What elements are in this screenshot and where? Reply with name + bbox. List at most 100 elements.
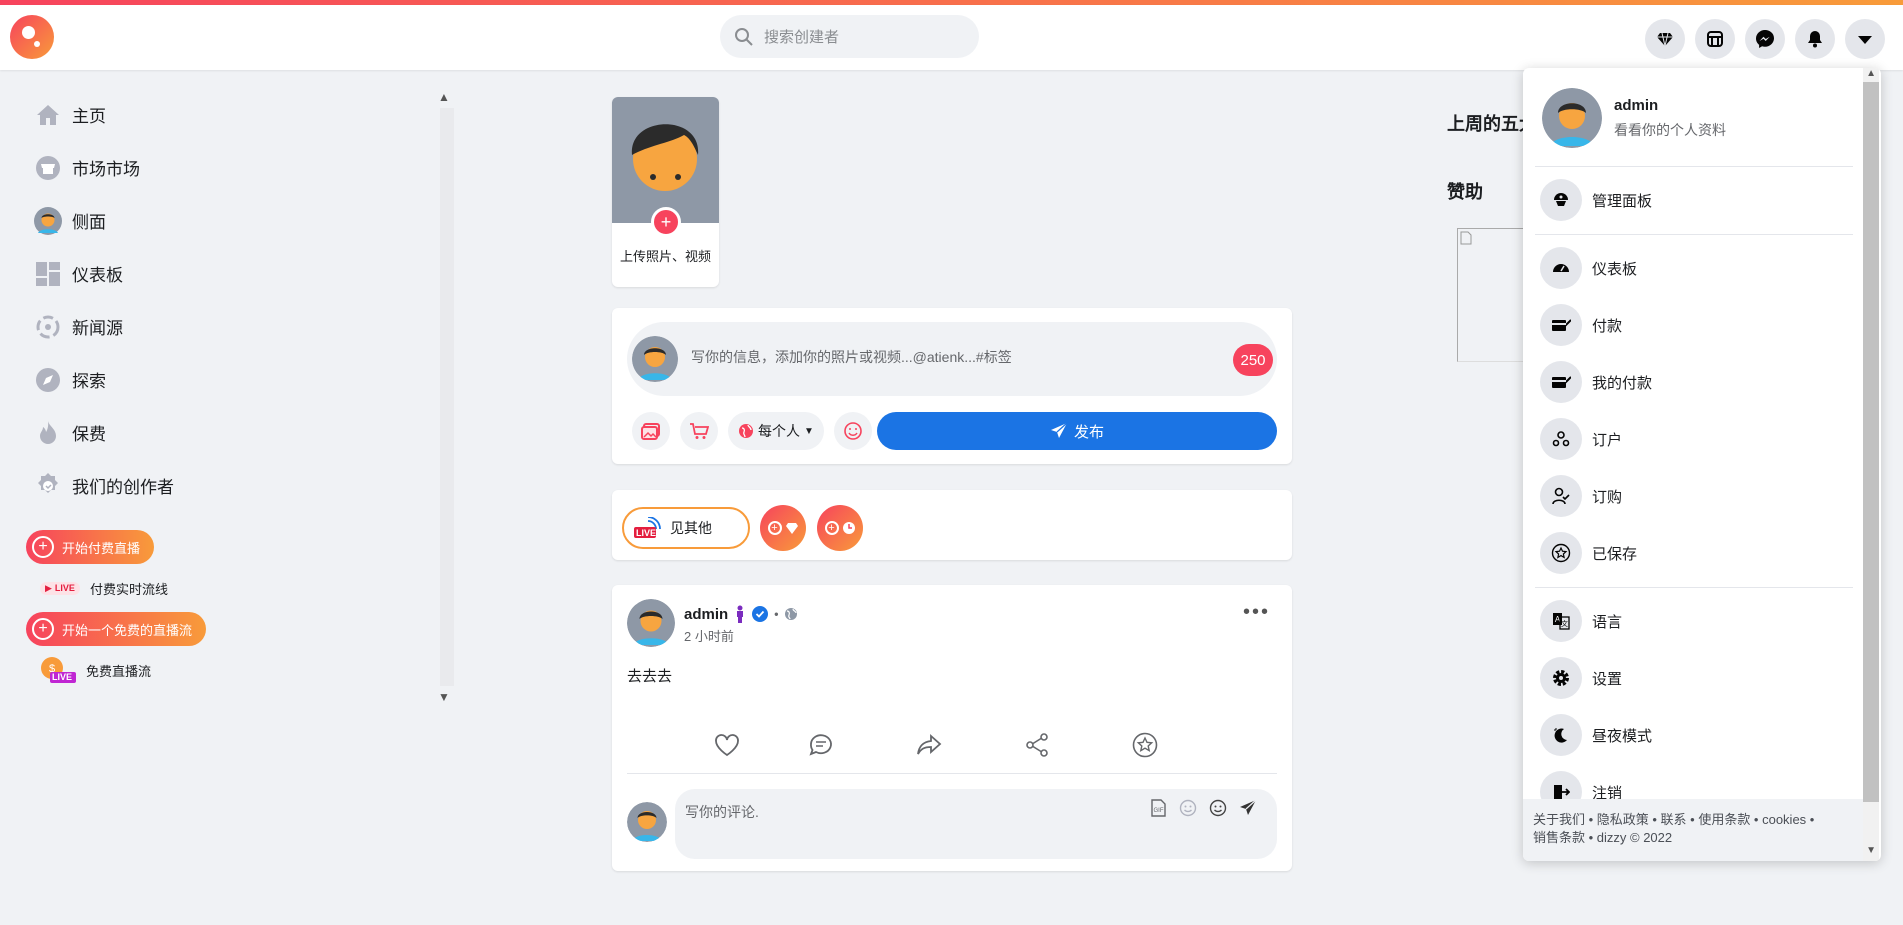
view-profile-link[interactable]: 看看你的个人资料 (1614, 120, 1726, 140)
emoji-icon[interactable] (1209, 799, 1227, 817)
creators-icon (34, 472, 62, 500)
see-others-live-button[interactable]: LIVE 见其他 (622, 507, 750, 549)
my-payments-icon (1540, 361, 1582, 403)
messenger-icon[interactable] (1745, 19, 1785, 59)
post-author-name[interactable]: admin (684, 606, 728, 623)
account-menu-chevron-icon[interactable] (1845, 19, 1885, 59)
search-input[interactable]: 搜索创建者 (764, 26, 839, 47)
sidebar-item-newsfeed[interactable]: 新闻源 (26, 300, 446, 353)
menu-item-saved[interactable]: 已保存 (1540, 531, 1637, 575)
sidebar-item-label: 主页 (72, 107, 106, 126)
diamond-icon[interactable] (1645, 19, 1685, 59)
sidebar-item-label: 侧面 (72, 213, 106, 232)
live-badge: ▶ LIVE (40, 581, 80, 595)
start-free-live-circle[interactable]: + (817, 505, 863, 551)
subscriptions-icon (1540, 475, 1582, 517)
start-free-live-button[interactable]: + 开始一个免费的直播流 (26, 612, 207, 646)
account-dropdown-menu: admin 看看你的个人资料 管理面板 仪表板 付款 我的付款 订户 订购 已保… (1523, 68, 1881, 861)
app-logo[interactable] (10, 15, 54, 59)
menu-divider (1535, 166, 1853, 167)
footer-links-line-1[interactable]: 关于我们 • 隐私政策 • 联系 • 使用条款 • cookies • (1533, 811, 1855, 829)
live-broadcast-icon: LIVE (634, 516, 662, 539)
comment-icon[interactable] (801, 725, 841, 765)
sticker-icon[interactable] (1179, 799, 1197, 817)
dashboard-gauge-icon (1540, 247, 1582, 289)
avatar (34, 206, 62, 235)
shopping-cart-icon[interactable] (680, 412, 718, 450)
dropdown-scrollbar-thumb[interactable] (1863, 82, 1879, 802)
emoji-icon[interactable] (833, 412, 872, 450)
share-arrow-icon[interactable] (909, 725, 949, 765)
post-body: 去去去 (627, 668, 673, 685)
menu-item-day-night-mode[interactable]: 昼夜模式 (1540, 713, 1652, 757)
send-comment-icon[interactable] (1239, 799, 1257, 817)
post-input-placeholder: 写你的信息，添加你的照片或视频...@atienk...#标签 (691, 349, 1012, 365)
sidebar-item-creators[interactable]: 我们的创作者 (26, 459, 446, 512)
menu-item-label: 昼夜模式 (1592, 727, 1653, 745)
menu-item-admin-panel[interactable]: 管理面板 (1540, 178, 1652, 222)
menu-item-subscribers[interactable]: 订户 (1540, 417, 1622, 461)
menu-item-settings[interactable]: 设置 (1540, 656, 1622, 700)
search-box[interactable]: 搜索创建者 (720, 15, 979, 58)
sidebar-scrollbar[interactable] (440, 108, 454, 686)
broken-image-icon (1460, 231, 1472, 245)
comment-input[interactable]: 写你的评论. GIF (675, 789, 1277, 859)
scroll-up-icon[interactable]: ▲ (438, 90, 450, 104)
like-heart-icon[interactable] (707, 725, 747, 765)
diamond-icon (785, 523, 798, 534)
store-icon[interactable] (1695, 19, 1735, 59)
bell-icon[interactable] (1795, 19, 1835, 59)
sidebar-item-label: 保费 (72, 425, 106, 444)
upload-story-card[interactable]: + 上传照片、视频 (612, 97, 719, 287)
privacy-label: 每个人 (758, 423, 800, 439)
sidebar-item-explore[interactable]: 探索 (26, 353, 446, 406)
scroll-down-icon[interactable]: ▼ (438, 690, 450, 704)
menu-item-dashboard[interactable]: 仪表板 (1540, 246, 1637, 290)
language-icon: A文 (1540, 600, 1582, 642)
home-icon (34, 101, 62, 129)
publish-button[interactable]: 发布 (877, 412, 1277, 450)
menu-item-subscriptions[interactable]: 订购 (1540, 474, 1622, 518)
sidebar-item-profile[interactable]: 侧面 (26, 194, 446, 247)
free-live-stream-link[interactable]: $ LIVE 免费直播流 (26, 652, 446, 688)
menu-divider (1535, 587, 1853, 588)
avatar (627, 802, 667, 842)
start-paid-live-button[interactable]: + 开始付费直播 (26, 530, 155, 564)
sidebar-item-home[interactable]: 主页 (26, 88, 446, 141)
dropdown-user-name: admin (1614, 96, 1659, 114)
menu-item-language[interactable]: A文 语言 (1540, 599, 1622, 643)
menu-item-label: 设置 (1592, 670, 1623, 688)
dropdown-scroll-down-icon[interactable]: ▼ (1866, 845, 1876, 856)
menu-item-payments[interactable]: 付款 (1540, 303, 1622, 347)
verified-badge-icon (752, 606, 769, 622)
svg-text:文: 文 (1561, 619, 1568, 628)
caret-down-icon: ▼ (804, 425, 814, 437)
live-badge-text: LIVE (636, 528, 657, 538)
gif-icon[interactable]: GIF (1149, 799, 1167, 817)
svg-text:GIF: GIF (1154, 808, 1164, 814)
dot-separator: • (774, 607, 779, 621)
start-paid-live-circle[interactable]: + (760, 505, 806, 551)
sidebar-item-premium[interactable]: 保费 (26, 406, 446, 459)
admin-panel-icon (1540, 179, 1582, 221)
more-options-icon[interactable]: ••• (1243, 601, 1270, 624)
sidebar-item-marketplace[interactable]: 市场市场 (26, 141, 446, 194)
menu-item-my-payments[interactable]: 我的付款 (1540, 360, 1652, 404)
add-story-plus-icon[interactable]: + (651, 207, 681, 237)
post-composer: 写你的信息，添加你的照片或视频...@atienk...#标签 250 每个人 … (612, 308, 1292, 464)
plus-icon: + (32, 536, 54, 558)
save-star-icon[interactable] (1125, 725, 1165, 765)
menu-item-label: 订购 (1592, 488, 1623, 506)
avatar[interactable] (627, 599, 675, 647)
dropdown-scroll-up-icon[interactable]: ▲ (1866, 68, 1876, 79)
share-network-icon[interactable] (1017, 725, 1057, 765)
photo-upload-icon[interactable] (632, 412, 670, 450)
dropdown-profile-link[interactable]: admin 看看你的个人资料 (1542, 88, 1726, 148)
plus-icon: + (767, 521, 782, 535)
menu-divider (1535, 234, 1853, 235)
footer-links-line-2[interactable]: 销售条款 • dizzy © 2022 (1533, 829, 1855, 847)
sidebar-item-dashboard[interactable]: 仪表板 (26, 247, 446, 300)
privacy-select[interactable]: 每个人 ▼ (728, 412, 824, 450)
paid-live-stream-link[interactable]: ▶ LIVE 付费实时流线 (26, 570, 446, 606)
post-input[interactable]: 写你的信息，添加你的照片或视频...@atienk...#标签 250 (627, 322, 1277, 396)
